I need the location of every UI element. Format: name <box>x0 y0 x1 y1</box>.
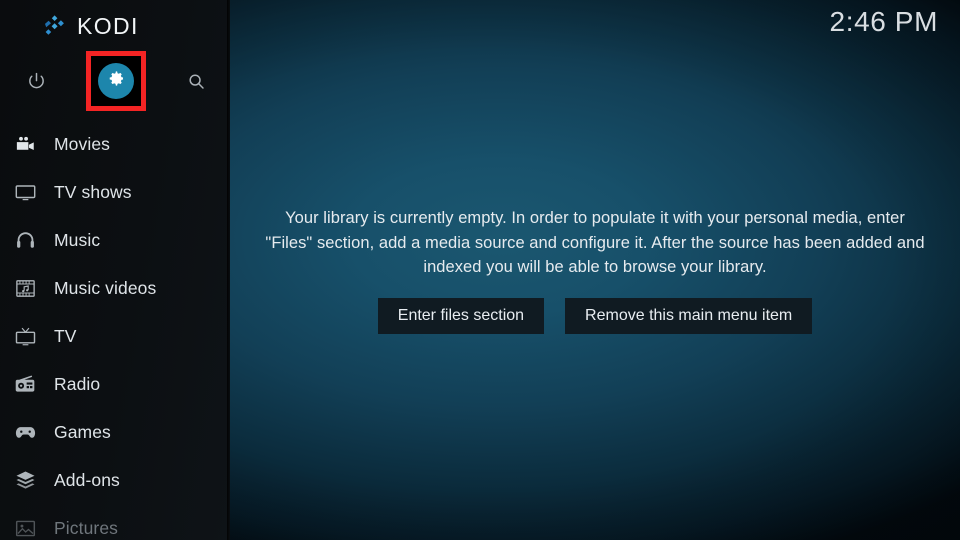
sidebar-item-label: TV <box>54 325 77 346</box>
sidebar-item-label: Music videos <box>54 277 157 298</box>
remove-main-menu-item-button[interactable]: Remove this main menu item <box>565 297 813 334</box>
sidebar-item-label: Movies <box>54 133 111 154</box>
kodi-home-screen: 2:46 PM KODI Movies TV shows Music Music… <box>0 0 960 540</box>
gear-icon <box>107 69 126 93</box>
gamepad-icon <box>10 417 40 447</box>
app-logo: KODI <box>42 13 139 40</box>
sidebar-item-games[interactable]: Games <box>0 408 230 456</box>
settings-gear-button[interactable] <box>98 63 134 99</box>
sidebar-item-add-ons[interactable]: Add-ons <box>0 456 230 504</box>
power-icon <box>26 71 47 92</box>
enter-files-section-button[interactable]: Enter files section <box>377 297 545 334</box>
sidebar-top-actions <box>0 51 230 111</box>
action-buttons: Enter files section Remove this main men… <box>377 297 813 334</box>
search-icon <box>186 71 207 92</box>
settings-button[interactable] <box>86 51 146 111</box>
sidebar-item-tv[interactable]: TV <box>0 312 230 360</box>
picture-frame-icon <box>10 513 40 540</box>
sidebar-item-label: Add-ons <box>54 469 120 490</box>
sidebar-item-radio[interactable]: Radio <box>0 360 230 408</box>
film-strip-note-icon <box>10 273 40 303</box>
kodi-logo-icon <box>42 14 68 40</box>
movie-camera-icon <box>10 129 40 159</box>
sidebar-item-music[interactable]: Music <box>0 216 230 264</box>
sidebar: KODI Movies TV shows Music Music videos … <box>0 0 230 540</box>
tv-antenna-icon <box>10 321 40 351</box>
tv-monitor-icon <box>10 177 40 207</box>
radio-icon <box>10 369 40 399</box>
sidebar-item-movies[interactable]: Movies <box>0 120 230 168</box>
sidebar-item-label: TV shows <box>54 181 132 202</box>
sidebar-item-label: Radio <box>54 373 101 394</box>
headphones-icon <box>10 225 40 255</box>
main-menu: Movies TV shows Music Music videos TV Ra… <box>0 120 230 540</box>
sidebar-item-music-videos[interactable]: Music videos <box>0 264 230 312</box>
sidebar-item-label: Pictures <box>54 517 119 538</box>
sidebar-item-tv-shows[interactable]: TV shows <box>0 168 230 216</box>
clock: 2:46 PM <box>829 6 938 37</box>
sidebar-item-label: Games <box>54 421 111 442</box>
main-content: Your library is currently empty. In orde… <box>230 0 960 540</box>
power-button[interactable] <box>6 51 66 111</box>
search-button[interactable] <box>166 51 226 111</box>
app-title: KODI <box>77 13 139 39</box>
open-box-icon <box>10 465 40 495</box>
sidebar-item-label: Music <box>54 229 101 250</box>
empty-library-message: Your library is currently empty. In orde… <box>265 209 925 277</box>
sidebar-item-pictures[interactable]: Pictures <box>0 504 230 540</box>
